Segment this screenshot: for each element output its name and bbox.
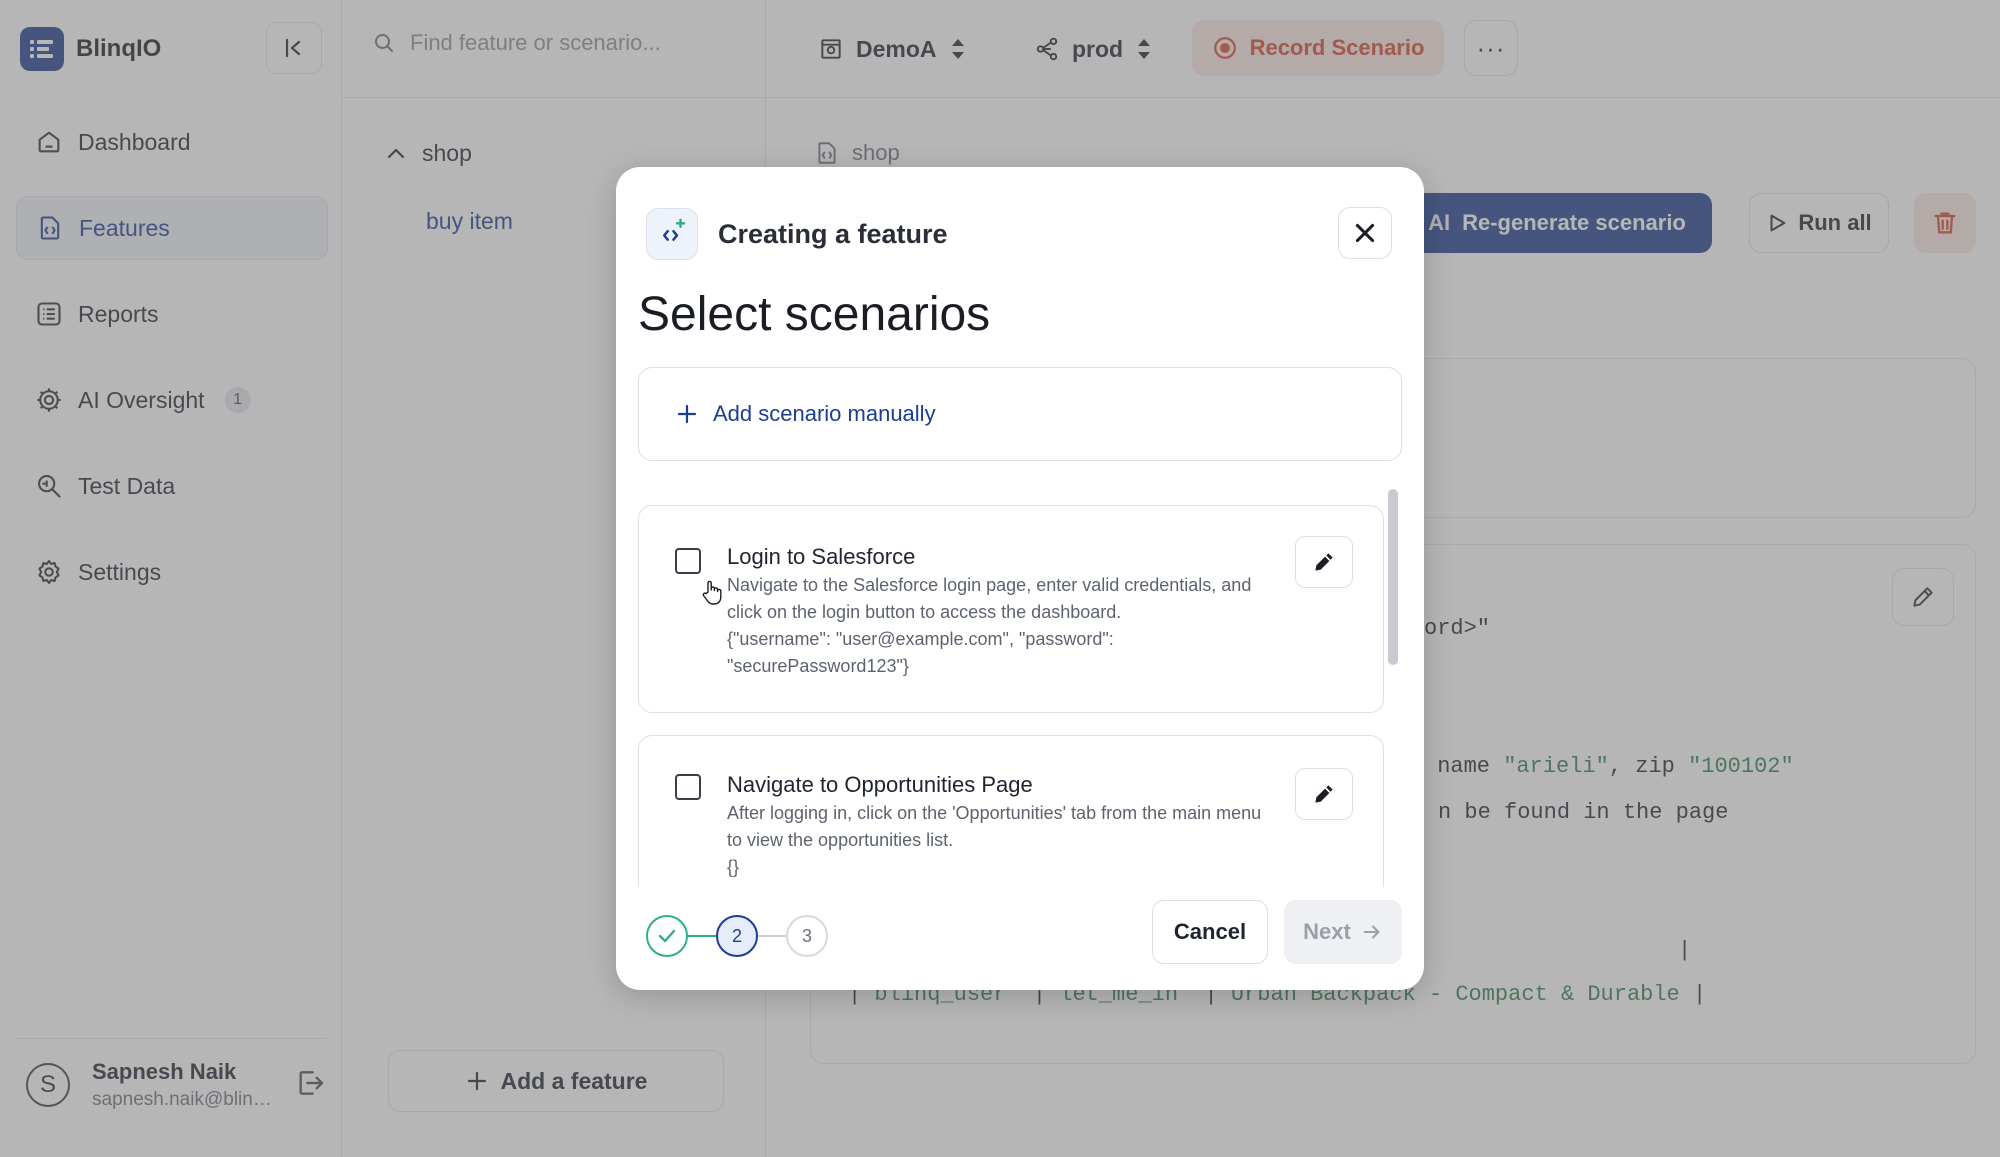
scenario-params: {"username": "user@example.com", "passwo… — [727, 629, 1114, 676]
cancel-button[interactable]: Cancel — [1152, 900, 1268, 964]
step-1-complete — [646, 915, 688, 957]
scenario-viewport[interactable]: Login to Salesforce Navigate to the Sale… — [638, 485, 1402, 887]
modal-header: Creating a feature — [646, 207, 948, 261]
scenario-description: After logging in, click on the 'Opportun… — [727, 800, 1267, 881]
next-label: Next — [1303, 919, 1351, 944]
scenario-card[interactable]: Navigate to Opportunities Page After log… — [638, 735, 1384, 887]
hand-cursor-icon — [702, 580, 724, 611]
scenario-title: Navigate to Opportunities Page — [727, 772, 1033, 797]
pencil-icon — [1315, 785, 1333, 803]
check-icon — [658, 929, 676, 943]
next-button[interactable]: Next — [1284, 900, 1402, 964]
scenario-params: {} — [727, 857, 740, 877]
scenario-card[interactable]: Login to Salesforce Navigate to the Sale… — [638, 505, 1384, 713]
edit-scenario-button[interactable] — [1295, 536, 1353, 588]
select-scenarios-heading: Select scenarios — [638, 288, 991, 341]
add-scenario-manually-label: Add scenario manually — [713, 401, 936, 426]
modal-title: Creating a feature — [718, 218, 948, 249]
pencil-icon — [1315, 553, 1333, 571]
scenario-checkbox[interactable] — [675, 774, 701, 800]
arrow-right-icon — [1363, 925, 1380, 939]
scenario-description: Navigate to the Salesforce login page, e… — [727, 572, 1267, 680]
scenario-title: Login to Salesforce — [727, 544, 916, 569]
scenario-list-scrollbar[interactable] — [1388, 489, 1398, 665]
step-3-upcoming: 3 — [786, 915, 828, 957]
close-modal-button[interactable] — [1338, 207, 1392, 259]
step-2-current: 2 — [716, 915, 758, 957]
scenario-checkbox[interactable] — [675, 548, 701, 574]
add-scenario-manually-button[interactable]: Add scenario manually — [638, 367, 1402, 461]
plus-icon — [677, 404, 697, 424]
close-icon — [1355, 223, 1375, 243]
step-connector — [688, 935, 716, 937]
step-indicator: 2 3 — [646, 914, 828, 958]
edit-scenario-button[interactable] — [1295, 768, 1353, 820]
code-file-plus-icon — [646, 208, 698, 260]
step-connector — [758, 935, 786, 937]
